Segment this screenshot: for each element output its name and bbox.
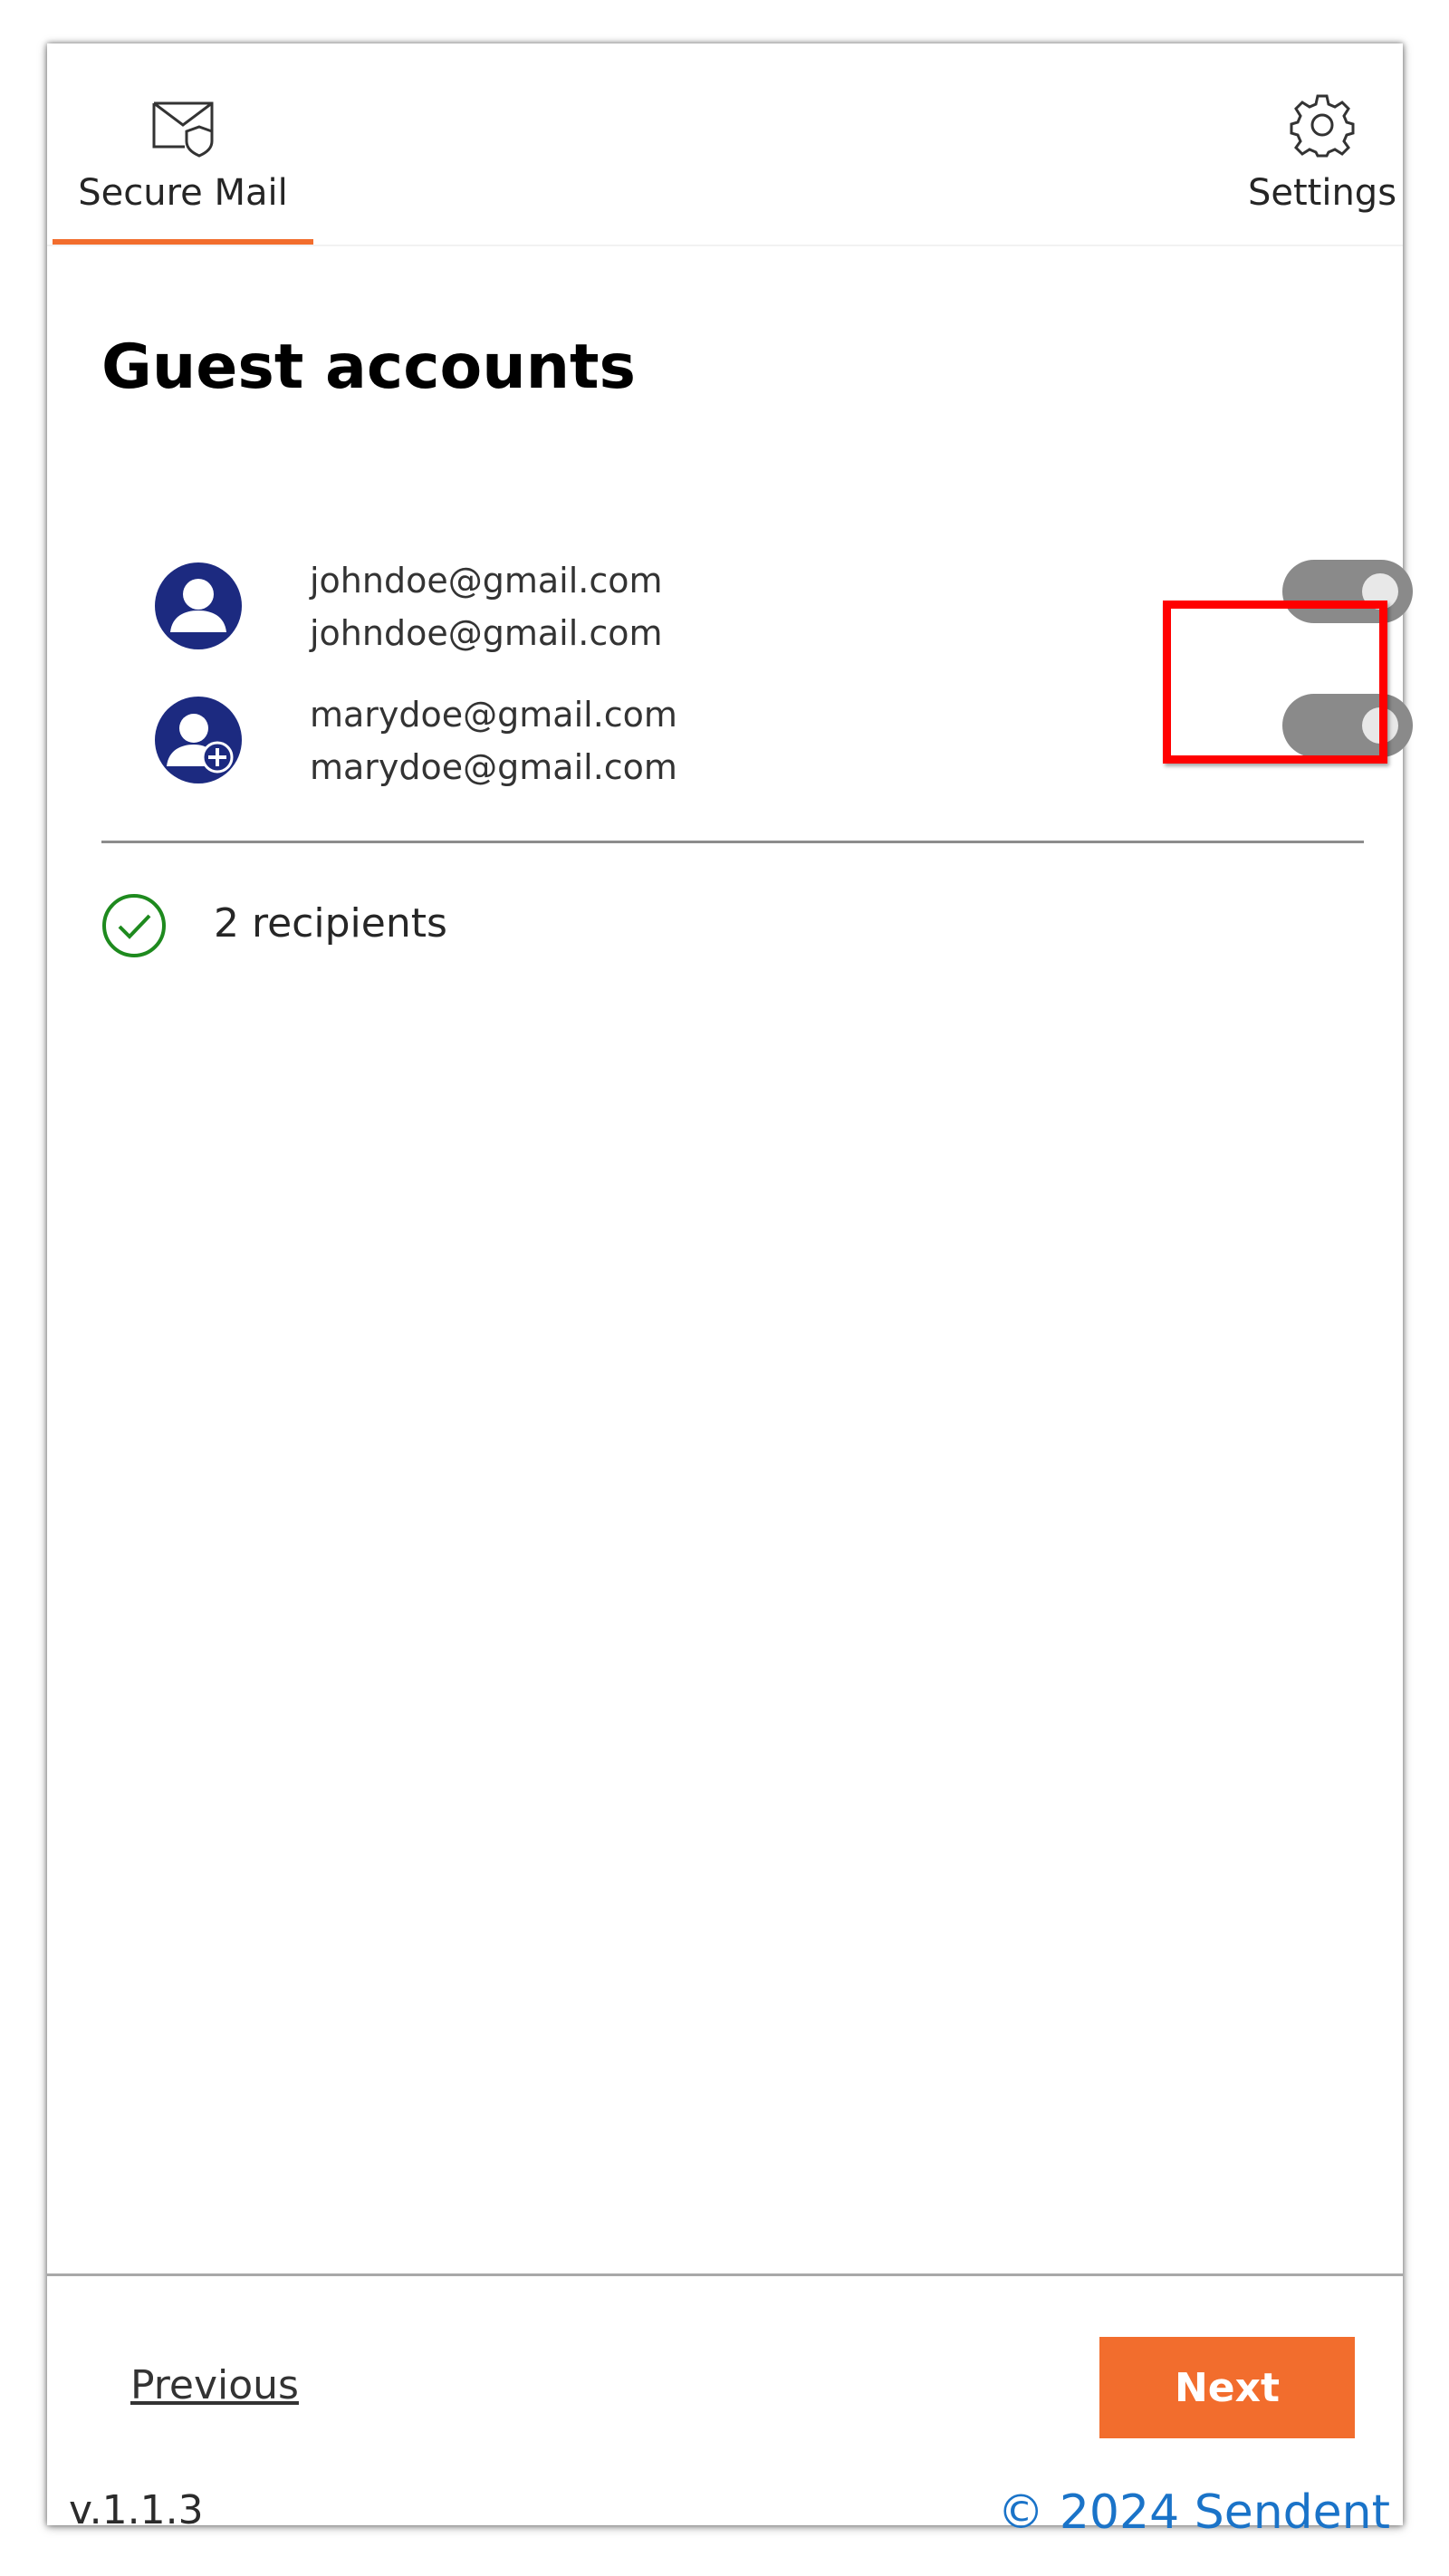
page-title: Guest accounts bbox=[101, 332, 637, 403]
footer-divider bbox=[47, 2273, 1403, 2276]
account-secondary-email: johndoe@gmail.com bbox=[310, 613, 663, 653]
tab-settings-label: Settings bbox=[1247, 172, 1397, 214]
check-circle-icon bbox=[102, 894, 166, 957]
gear-icon bbox=[1290, 94, 1355, 158]
account-primary-email: johndoe@gmail.com bbox=[310, 561, 663, 601]
highlight-annotation-box bbox=[1163, 601, 1387, 764]
person-icon bbox=[155, 562, 242, 649]
account-emails: johndoe@gmail.com johndoe@gmail.com bbox=[310, 554, 663, 659]
secure-mail-panel: Secure Mail Settings Guest accounts john… bbox=[47, 43, 1413, 2540]
copyright-link[interactable]: © 2024 Sendent bbox=[997, 2485, 1390, 2540]
recipients-count: 2 recipients bbox=[214, 900, 447, 947]
tab-secure-mail-label: Secure Mail bbox=[78, 172, 288, 214]
person-add-icon bbox=[155, 697, 242, 783]
tab-secure-mail[interactable]: Secure Mail bbox=[53, 43, 313, 245]
account-primary-email: marydoe@gmail.com bbox=[310, 695, 677, 735]
tab-bar: Secure Mail Settings bbox=[47, 43, 1403, 246]
next-button[interactable]: Next bbox=[1099, 2337, 1355, 2438]
divider bbox=[101, 841, 1364, 843]
account-emails: marydoe@gmail.com marydoe@gmail.com bbox=[310, 688, 677, 793]
tab-settings[interactable]: Settings bbox=[1248, 43, 1396, 245]
mail-shield-icon bbox=[152, 101, 214, 158]
version-label: v.1.1.3 bbox=[69, 2487, 204, 2533]
account-secondary-email: marydoe@gmail.com bbox=[310, 747, 677, 787]
previous-link[interactable]: Previous bbox=[130, 2362, 299, 2408]
